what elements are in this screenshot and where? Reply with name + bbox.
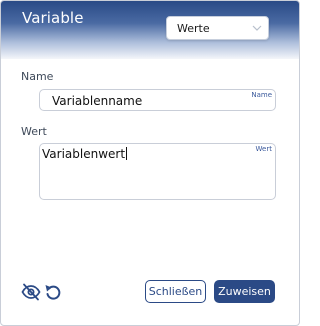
mode-select[interactable]: Werte	[166, 16, 269, 40]
name-field-label: Name	[21, 70, 54, 83]
eye-off-icon[interactable]	[21, 283, 41, 301]
value-textarea-value: Variablenwert	[42, 147, 126, 161]
text-cursor	[126, 147, 128, 160]
name-input-corner-label: Name	[251, 91, 272, 99]
close-button[interactable]: Schließen	[145, 280, 206, 303]
value-field-label: Wert	[21, 125, 47, 138]
mode-select-value: Werte	[177, 22, 210, 35]
variable-dialog: Variable Werte Name Name Variablenname W…	[0, 0, 300, 326]
undo-icon[interactable]	[44, 282, 62, 301]
name-input[interactable]: Name Variablenname	[39, 89, 276, 111]
dialog-title: Variable	[22, 9, 84, 27]
dialog-header: Variable Werte	[1, 1, 299, 59]
chevron-down-icon	[252, 25, 262, 31]
value-textarea[interactable]: Wert Variablenwert	[39, 143, 276, 200]
assign-button[interactable]: Zuweisen	[214, 280, 275, 303]
value-textarea-corner-label: Wert	[255, 145, 272, 153]
name-input-value: Variablenname	[52, 94, 143, 108]
